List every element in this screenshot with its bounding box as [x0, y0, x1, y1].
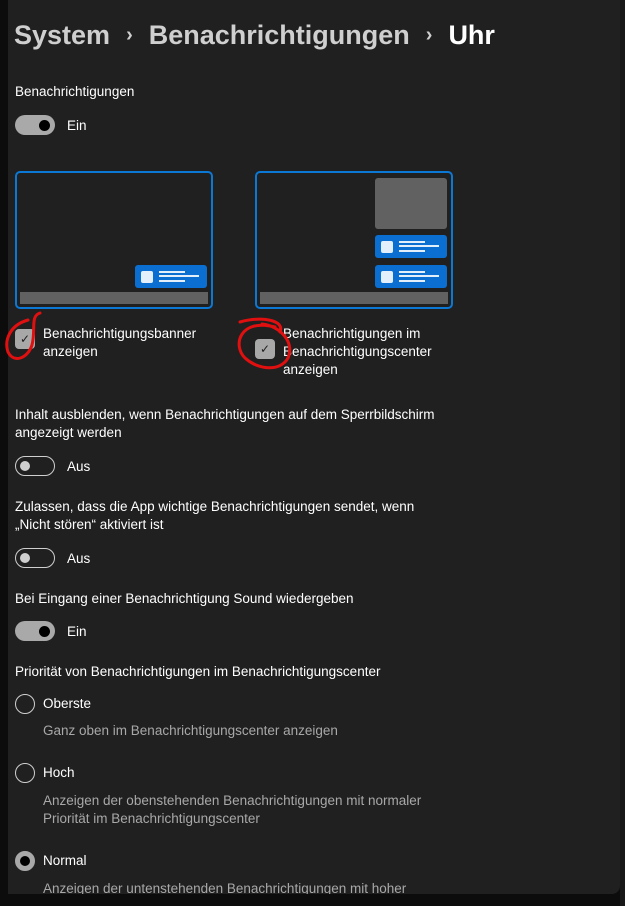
sound-toggle[interactable] — [15, 621, 55, 641]
radio-hoch-desc: Anzeigen der obenstehenden Benachrichtig… — [43, 793, 422, 826]
radio-normal-label: Normal — [43, 853, 87, 868]
dnd-label: Zulassen, dass die App wichtige Benachri… — [15, 499, 415, 532]
radio-oberste-label: Oberste — [43, 696, 92, 711]
radio-hoch[interactable] — [15, 763, 35, 783]
notifications-toggle[interactable] — [15, 115, 55, 135]
radio-oberste[interactable] — [15, 694, 35, 714]
radio-hoch-label: Hoch — [43, 765, 75, 780]
chevron-right-icon: › — [126, 24, 133, 46]
toast-illustration — [375, 235, 447, 258]
sound-state: Ein — [67, 624, 87, 639]
toast-illustration — [135, 265, 207, 288]
hide-content-label: Inhalt ausblenden, wenn Benachrichtigung… — [15, 407, 435, 440]
checkmark-icon: ✓ — [19, 332, 31, 346]
dnd-state: Aus — [67, 551, 91, 566]
checkmark-icon: ✓ — [259, 342, 271, 356]
breadcrumb-system[interactable]: System — [14, 20, 110, 51]
banner-checkbox[interactable]: ✓ — [15, 329, 35, 349]
sound-label: Bei Eingang einer Benachrichtigung Sound… — [15, 591, 354, 606]
background-window-edge — [620, 0, 625, 906]
notifications-label: Benachrichtigungen — [15, 84, 135, 99]
hide-content-toggle[interactable] — [15, 456, 55, 476]
radio-oberste-desc: Ganz oben im Benachrichtigungscenter anz… — [43, 723, 338, 738]
banner-label: Benachrichtigungsbanner anzeigen — [43, 326, 197, 359]
center-checkbox[interactable]: ✓ — [255, 339, 275, 359]
chevron-right-icon: › — [425, 24, 433, 46]
radio-normal-desc: Anzeigen der untenstehenden Benachrichti… — [43, 881, 407, 894]
hide-content-state: Aus — [67, 459, 91, 474]
settings-window: System › Benachrichtigungen › Uhr Benach… — [8, 0, 620, 894]
toast-illustration — [375, 265, 447, 288]
center-label: Benachrichtigungen im Benachrichtigungsce… — [283, 326, 432, 377]
banner-preview[interactable] — [15, 171, 213, 309]
dnd-toggle[interactable] — [15, 548, 55, 568]
center-preview[interactable] — [255, 171, 453, 309]
radio-normal[interactable] — [15, 851, 35, 871]
breadcrumb-notifications[interactable]: Benachrichtigungen — [149, 20, 410, 51]
page-title: Uhr — [448, 20, 495, 50]
notifications-state: Ein — [67, 118, 87, 133]
breadcrumb: System › Benachrichtigungen › Uhr — [14, 20, 495, 51]
priority-label: Priorität von Benachrichtigungen im Bena… — [15, 664, 381, 679]
